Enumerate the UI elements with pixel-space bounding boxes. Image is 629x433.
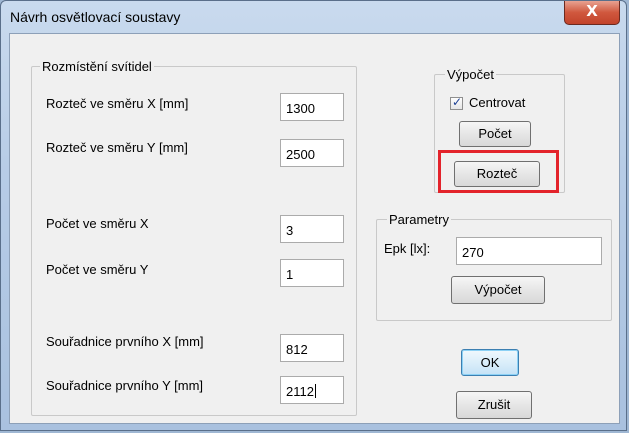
count-button[interactable]: Počet (459, 121, 531, 147)
text-caret (314, 384, 316, 398)
first-y-label: Souřadnice prvního Y [mm] (46, 378, 204, 393)
title-bar[interactable]: Návrh osvětlovací soustavy X (1, 1, 626, 33)
count-y-input[interactable]: 1 (280, 259, 344, 287)
spacing-x-input[interactable]: 1300 (280, 93, 344, 121)
epk-label: Epk [lx]: (384, 241, 431, 256)
count-x-label: Počet ve směru X (46, 216, 149, 231)
params-calc-button[interactable]: Výpočet (451, 276, 545, 304)
calc-group-label: Výpočet (445, 67, 496, 82)
first-y-input[interactable]: 2112 (280, 376, 344, 404)
close-button[interactable]: X (564, 1, 620, 25)
dialog-client-area: Rozmístění svítidel Rozteč ve směru X [m… (9, 33, 620, 424)
spacing-button[interactable]: Rozteč (454, 161, 540, 187)
center-checkbox-label[interactable]: Centrovat (469, 95, 525, 110)
placement-group-label: Rozmístění svítidel (40, 59, 154, 74)
first-x-input[interactable]: 812 (280, 334, 344, 362)
cancel-button[interactable]: Zrušit (456, 391, 532, 419)
ok-button[interactable]: OK (461, 349, 519, 376)
spacing-y-input[interactable]: 2500 (280, 139, 344, 167)
first-y-value: 2112 (286, 384, 314, 399)
checkmark-icon: ✓ (452, 95, 463, 109)
window-title: Návrh osvětlovací soustavy (10, 9, 181, 25)
spacing-y-label: Rozteč ve směru Y [mm] (46, 140, 188, 155)
params-group: Parametry (376, 212, 612, 321)
count-y-label: Počet ve směru Y (46, 262, 149, 277)
dialog-window: Návrh osvětlovací soustavy X Rozmístění … (0, 0, 627, 431)
center-checkbox[interactable]: ✓ (450, 95, 463, 110)
first-x-label: Souřadnice prvního X [mm] (46, 334, 204, 349)
epk-input[interactable]: 270 (456, 237, 602, 265)
spacing-x-label: Rozteč ve směru X [mm] (46, 96, 189, 111)
count-x-input[interactable]: 3 (280, 215, 344, 243)
params-group-label: Parametry (387, 212, 451, 227)
close-icon: X (586, 2, 598, 20)
